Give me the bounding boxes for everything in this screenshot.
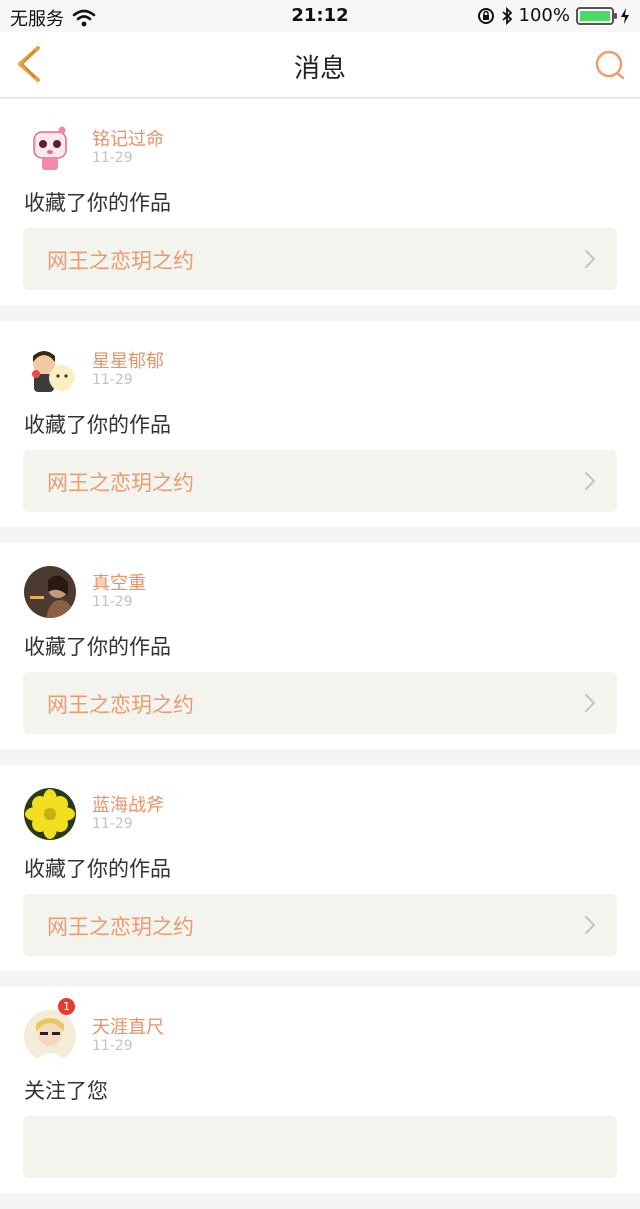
message-date: 11-29	[92, 1038, 133, 1054]
chevron-right-icon	[585, 694, 596, 712]
message-action: 收藏了你的作品	[24, 857, 171, 881]
username[interactable]: 天涯直尺	[92, 1013, 164, 1039]
work-link[interactable]	[23, 1116, 617, 1178]
avatar[interactable]	[24, 566, 76, 618]
page-title: 消息	[293, 54, 346, 84]
work-title: 网王之恋玥之约	[47, 471, 194, 495]
work-title: 网王之恋玥之约	[47, 693, 194, 717]
avatar[interactable]	[24, 122, 76, 174]
message-date: 11-29	[92, 816, 133, 832]
battery-percent: 100%	[518, 5, 570, 26]
username[interactable]: 真空重	[92, 569, 146, 595]
chevron-right-icon	[585, 916, 596, 934]
nav-bar: 消息	[0, 32, 640, 98]
notification-badge: 1	[58, 998, 75, 1015]
status-right: 100%	[477, 5, 630, 26]
work-title: 网王之恋玥之约	[47, 249, 194, 273]
work-title: 网王之恋玥之约	[47, 915, 194, 939]
message-item: 星星郁郁 11-29 收藏了你的作品 网王之恋玥之约	[0, 321, 640, 527]
message-date: 11-29	[92, 372, 133, 388]
bluetooth-icon	[501, 6, 512, 25]
avatar[interactable]	[24, 344, 76, 396]
battery-fill	[580, 10, 610, 21]
chevron-right-icon	[585, 472, 596, 490]
search-icon[interactable]	[594, 49, 626, 81]
message-date: 11-29	[92, 150, 133, 166]
rotation-lock-icon	[477, 7, 494, 24]
message-action: 收藏了你的作品	[24, 191, 171, 215]
chevron-right-icon	[585, 250, 596, 268]
battery-icon	[576, 6, 617, 25]
work-link[interactable]: 网王之恋玥之约	[23, 450, 617, 512]
message-date: 11-29	[92, 594, 133, 610]
work-link[interactable]: 网王之恋玥之约	[23, 672, 617, 734]
message-item: 真空重 11-29 收藏了你的作品 网王之恋玥之约	[0, 543, 640, 749]
message-action: 关注了您	[24, 1079, 108, 1103]
message-action: 收藏了你的作品	[24, 413, 171, 437]
username[interactable]: 铭记过命	[92, 125, 164, 151]
avatar[interactable]	[24, 1010, 76, 1062]
avatar[interactable]	[24, 788, 76, 840]
username[interactable]: 星星郁郁	[92, 347, 164, 373]
work-link[interactable]: 网王之恋玥之约	[23, 228, 617, 290]
message-item: 蓝海战斧 11-29 收藏了你的作品 网王之恋玥之约	[0, 765, 640, 971]
work-link[interactable]: 网王之恋玥之约	[23, 894, 617, 956]
message-item: 铭记过命 11-29 收藏了你的作品 网王之恋玥之约	[0, 99, 640, 305]
message-item: 1 天涯直尺 11-29 关注了您	[0, 987, 640, 1193]
message-action: 收藏了你的作品	[24, 635, 171, 659]
status-bar: 无服务 21:12 100%	[0, 0, 640, 32]
username[interactable]: 蓝海战斧	[92, 791, 164, 817]
charging-icon	[621, 7, 629, 24]
message-list: 铭记过命 11-29 收藏了你的作品 网王之恋玥之约 星星郁郁 11-29 收藏…	[0, 99, 640, 1209]
